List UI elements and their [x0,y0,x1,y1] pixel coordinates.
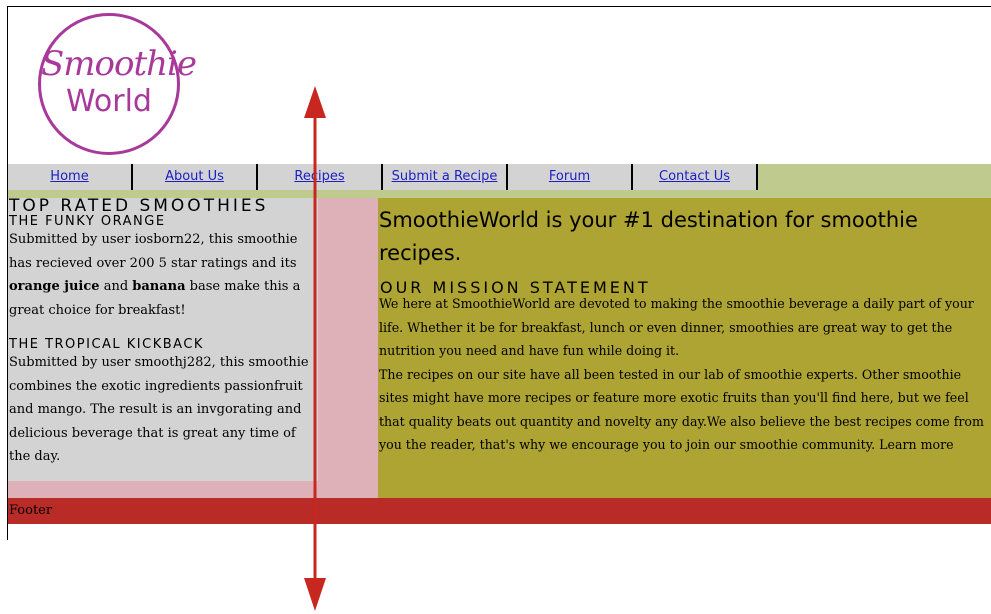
smoothie-world-logo[interactable]: Smoothie World [38,13,197,155]
nav-link-forum[interactable]: Forum [549,169,590,184]
nav-link-recipes[interactable]: Recipes [294,169,344,184]
mission-paragraph-2: The recipes on our site have all been te… [379,366,984,453]
main-navigation: Home About Us Recipes Submit a Recipe Fo… [8,164,991,190]
smoothie-title-funky-orange: THE FUNKY ORANGE [9,214,166,229]
nav-link-about-us[interactable]: About Us [165,169,224,184]
ingredient-banana: banana [132,279,186,294]
nav-link-contact-us[interactable]: Contact Us [659,169,730,184]
top-rated-heading: TOP RATED SMOOTHIES [9,196,269,216]
smoothie-description-tropical-kickback: Submitted by user smoothj282, this smoot… [9,355,309,464]
description-text: and [99,279,133,294]
description-text: Submitted by user iosborn22, this smooth… [9,232,298,271]
page-title: SmoothieWorld is your #1 destination for… [379,208,918,265]
arrow-head-down-icon [304,578,326,611]
top-rated-panel: TOP RATED SMOOTHIES THE FUNKY ORANGE Sub… [8,198,318,481]
logo-text-smoothie: Smoothie [41,44,197,84]
nav-item-recipes: Recipes [258,164,383,190]
mission-statement: We here at SmoothieWorld are devoted to … [379,292,991,457]
footer: Footer [8,498,991,524]
ingredient-orange-juice: orange juice [9,279,100,294]
nav-item-contact-us: Contact Us [633,164,758,190]
sidebar-column: TOP RATED SMOOTHIES THE FUNKY ORANGE Sub… [8,198,378,498]
header: Smoothie World [8,7,991,164]
page-frame: Smoothie World Home About Us Recipes Sub… [7,6,991,540]
nav-item-about-us: About Us [133,164,258,190]
nav-item-forum: Forum [508,164,633,190]
smoothie-title-tropical-kickback: THE TROPICAL KICKBACK [9,337,204,352]
nav-link-submit-recipe[interactable]: Submit a Recipe [392,169,498,184]
nav-link-home[interactable]: Home [50,169,88,184]
mission-paragraph-1: We here at SmoothieWorld are devoted to … [379,296,974,358]
main-content: SmoothieWorld is your #1 destination for… [378,198,991,498]
logo-text-world: World [66,84,152,119]
nav-item-submit-recipe: Submit a Recipe [383,164,508,190]
smoothie-description-funky-orange: Submitted by user iosborn22, this smooth… [9,228,314,322]
nav-item-home: Home [8,164,133,190]
